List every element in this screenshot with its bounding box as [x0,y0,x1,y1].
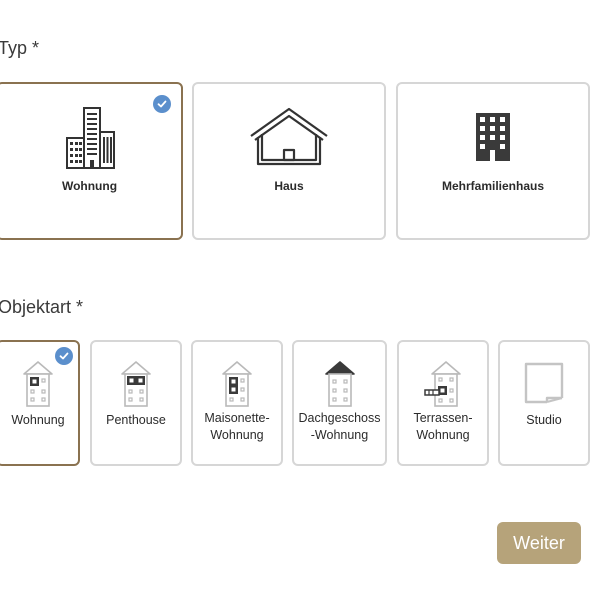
typ-option-label: Wohnung [61,179,118,193]
property-type-form: Typ * Wohnung Haus Mehrfamilienhaus Obje… [0,0,600,600]
maisonette-icon [193,360,281,408]
objektart-option-maisonette[interactable]: Maisonette- Wohnung [191,340,283,466]
objektart-option-label: Dachgeschoss -Wohnung [298,411,381,442]
objektart-option-label: Maisonette- Wohnung [204,411,270,442]
checkmark-badge-icon [55,347,73,365]
typ-option-label: Mehrfamilienhaus [441,179,545,193]
typ-section-label: Typ * [0,38,40,58]
house-icon [194,106,384,168]
typ-option-mehrfamilienhaus[interactable]: Mehrfamilienhaus [396,82,590,240]
objektart-section-label: Objektart * [0,297,84,317]
apartment-unit-icon [0,360,78,408]
objektart-option-studio[interactable]: Studio [498,340,590,466]
apartment-buildings-icon [0,106,181,170]
attic-apartment-icon [294,360,385,408]
typ-option-label: Haus [274,179,304,193]
objektart-option-label: Terrassen- Wohnung [413,411,473,442]
multi-family-building-icon [398,106,588,168]
objektart-option-label: Studio [526,413,562,427]
objektart-option-dachgeschoss[interactable]: Dachgeschoss -Wohnung [292,340,387,466]
checkmark-badge-icon [153,95,171,113]
objektart-option-label: Wohnung [11,413,65,427]
typ-option-wohnung[interactable]: Wohnung [0,82,183,240]
objektart-option-terrassen[interactable]: Terrassen- Wohnung [397,340,489,466]
penthouse-icon [92,360,180,408]
studio-icon [500,360,588,408]
objektart-option-label: Penthouse [106,413,166,427]
objektart-option-penthouse[interactable]: Penthouse [90,340,182,466]
weiter-button[interactable]: Weiter [497,522,581,564]
terrace-apartment-icon [399,360,487,408]
objektart-option-wohnung[interactable]: Wohnung [0,340,80,466]
typ-option-haus[interactable]: Haus [192,82,386,240]
